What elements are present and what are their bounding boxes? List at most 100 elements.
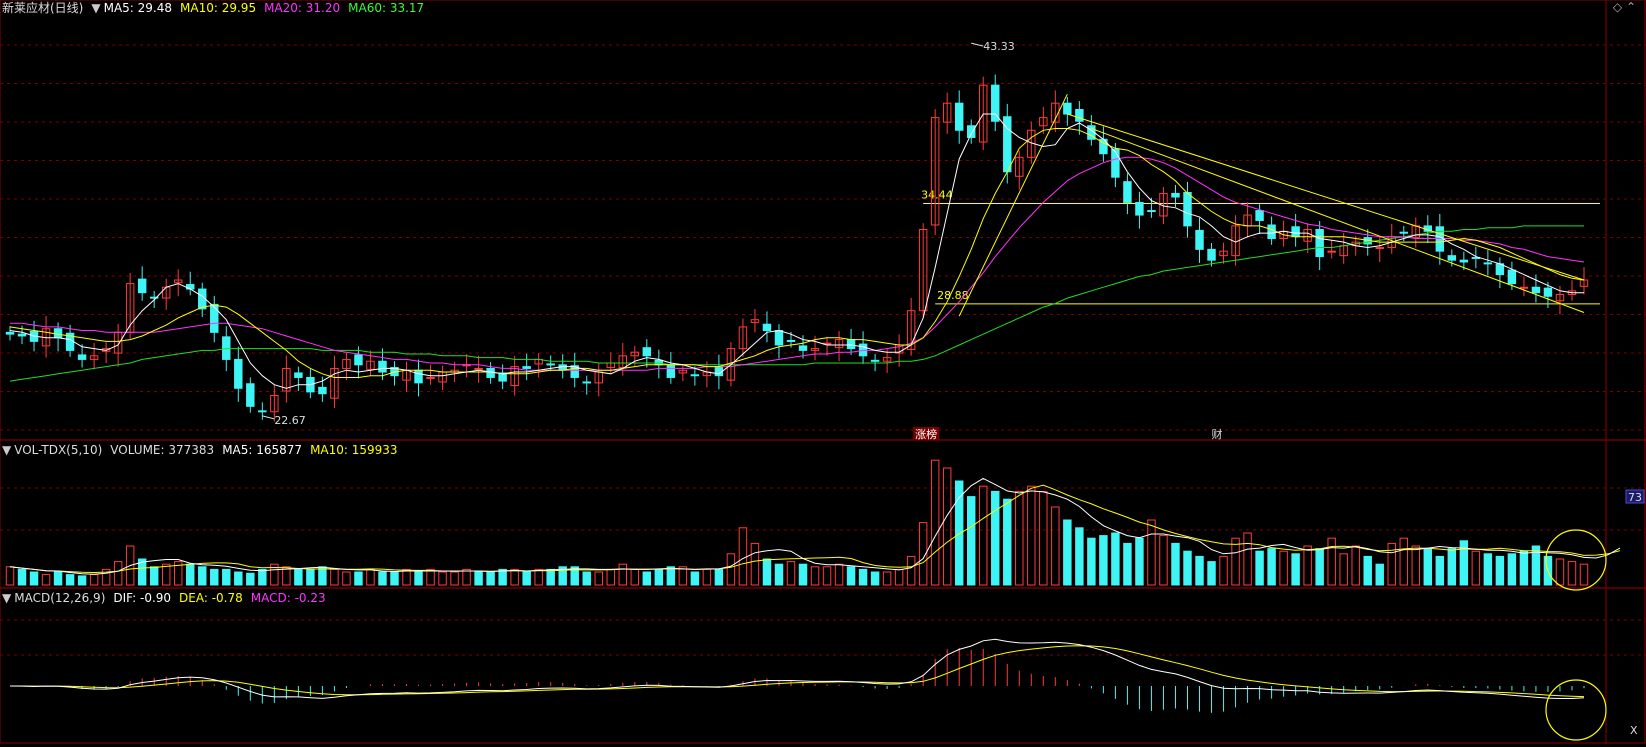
candle-body bbox=[17, 333, 27, 337]
candle-body bbox=[1183, 192, 1192, 227]
volume-bar bbox=[534, 568, 543, 586]
volume-bar bbox=[53, 571, 63, 586]
candle-body bbox=[1315, 229, 1324, 258]
candle-body bbox=[642, 347, 652, 357]
candle-body bbox=[1123, 181, 1132, 203]
chevron-down-icon[interactable]: ▼ bbox=[91, 1, 100, 15]
event-limitup: 涨榜 bbox=[915, 427, 937, 441]
volume-bar bbox=[702, 568, 712, 586]
volume-bar bbox=[618, 563, 628, 586]
ma20-line bbox=[10, 156, 1585, 371]
volume-bar bbox=[41, 574, 51, 586]
candle-body bbox=[414, 369, 423, 384]
candle-body bbox=[1147, 210, 1156, 213]
volume-bar bbox=[510, 568, 519, 586]
volume-bar bbox=[798, 563, 808, 586]
volume-bar bbox=[726, 553, 736, 586]
candle-body bbox=[77, 354, 87, 360]
volume-bar bbox=[186, 563, 195, 586]
candle-body bbox=[5, 331, 15, 335]
chevron-down-icon[interactable]: ▼ bbox=[2, 443, 11, 457]
volume-bar bbox=[306, 568, 315, 586]
volume-bar bbox=[474, 571, 483, 586]
volume-bar bbox=[678, 566, 688, 586]
volume-bar bbox=[822, 566, 832, 586]
volume-bar bbox=[690, 571, 700, 586]
volume-bar bbox=[1447, 548, 1457, 586]
volume-bar bbox=[1159, 535, 1168, 586]
candle-body bbox=[582, 381, 591, 384]
volume-bar bbox=[1255, 550, 1264, 586]
volume-bar bbox=[390, 571, 399, 586]
candle-body bbox=[546, 363, 555, 366]
volume-bar bbox=[630, 568, 640, 586]
trendline-down-lower bbox=[1091, 127, 1585, 313]
volume-bar bbox=[1579, 563, 1589, 586]
volume-bar bbox=[1315, 548, 1324, 586]
low-label: 22.67 bbox=[274, 414, 306, 427]
macd-axis-cut: X bbox=[1630, 724, 1638, 737]
volume-bar bbox=[1339, 553, 1348, 586]
volume-bar bbox=[1303, 545, 1312, 586]
volume-bar bbox=[222, 568, 231, 586]
candle-body bbox=[246, 383, 255, 407]
candle-body bbox=[258, 410, 267, 413]
candle-body bbox=[1507, 269, 1517, 285]
volume-bar bbox=[1207, 561, 1216, 586]
chevron-down-icon[interactable]: ▼ bbox=[2, 591, 11, 605]
candle-body bbox=[210, 303, 219, 333]
volume-bar bbox=[606, 568, 615, 586]
volume-bar bbox=[858, 568, 868, 586]
volume-bar bbox=[258, 568, 267, 586]
candle-body bbox=[1075, 109, 1084, 122]
volume-bar bbox=[1183, 550, 1192, 586]
volume-bar bbox=[594, 571, 603, 586]
candle-body bbox=[1459, 259, 1469, 263]
volume-bar bbox=[402, 568, 411, 586]
candle-body bbox=[690, 374, 700, 377]
volume-bar bbox=[210, 568, 219, 586]
volume-bar bbox=[894, 568, 904, 586]
volume-bar bbox=[294, 568, 303, 586]
volume-bar bbox=[582, 571, 591, 586]
volume-bar bbox=[750, 542, 760, 586]
volume-bar bbox=[774, 563, 784, 586]
chart-canvas[interactable]: 34.4428.8843.3322.67涨榜 财73X bbox=[0, 0, 1646, 744]
volume-bar bbox=[522, 571, 531, 586]
volume-bar bbox=[714, 568, 724, 586]
volume-bar bbox=[1123, 542, 1132, 586]
volume-bar bbox=[234, 571, 243, 586]
candle-body bbox=[1531, 286, 1541, 294]
trendline-down-upper bbox=[1067, 113, 1585, 281]
ma10-legend: MA10: 29.95 bbox=[180, 1, 257, 15]
ma20-legend: MA20: 31.20 bbox=[264, 1, 341, 15]
volume-bar bbox=[738, 527, 748, 586]
volume-bar bbox=[486, 571, 495, 586]
volume-bar bbox=[786, 561, 796, 586]
volume-bar bbox=[1039, 490, 1048, 586]
volume-bar bbox=[1231, 537, 1240, 586]
candle-body bbox=[1519, 286, 1529, 289]
kline-chart[interactable]: 34.44 28.88 43.33 22.67 涨榜财 73 X 新莱应材(日线) ▼ MA5:… bbox=[0, 0, 1646, 744]
volume-bar bbox=[1219, 555, 1228, 586]
volume-bar bbox=[498, 568, 507, 586]
candle-body bbox=[522, 366, 531, 369]
volume-bar bbox=[77, 575, 87, 586]
volume-bar bbox=[1399, 537, 1408, 586]
volume-bar bbox=[1375, 563, 1384, 586]
volume-bar bbox=[17, 568, 27, 586]
volume-bar bbox=[930, 459, 940, 586]
candle-body bbox=[1447, 255, 1457, 261]
candle-body bbox=[1171, 192, 1180, 198]
volume-bar bbox=[5, 566, 15, 586]
frame bbox=[0, 0, 1646, 744]
volume-bar bbox=[810, 566, 820, 586]
event-finance: 财 bbox=[1212, 427, 1223, 441]
volume-bar bbox=[462, 568, 471, 586]
arrow-up-icon[interactable]: ⌃ bbox=[1626, 0, 1636, 14]
macd-name: MACD(12,26,9) bbox=[14, 591, 106, 605]
candle-body bbox=[870, 359, 880, 362]
volume-bar bbox=[414, 571, 423, 586]
diamond-icon[interactable]: ◇ bbox=[1613, 0, 1622, 14]
volume-bar bbox=[882, 571, 892, 586]
